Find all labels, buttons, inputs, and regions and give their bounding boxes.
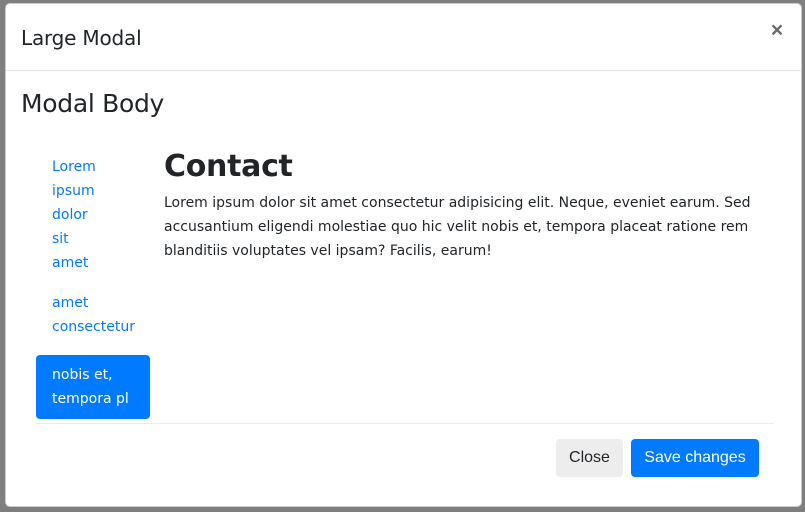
content-text: Lorem ipsum dolor sit amet consectetur a… (164, 195, 751, 259)
large-modal: Large Modal × Modal Body Lorem ipsum dol… (5, 3, 802, 507)
modal-header: Large Modal × (6, 4, 801, 71)
side-nav: Lorem ipsum dolor sit amet amet consecte… (36, 155, 150, 419)
content-pane: Contact Lorem ipsum dolor sit amet conse… (164, 147, 764, 263)
modal-body-title: Modal Body (21, 89, 165, 118)
close-button[interactable]: Close (556, 439, 623, 477)
nav-link-lorem-ipsum[interactable]: Lorem ipsum dolor sit amet (36, 155, 116, 275)
close-icon[interactable]: × (767, 20, 787, 42)
modal-title: Large Modal (21, 26, 142, 50)
save-changes-button[interactable]: Save changes (631, 439, 759, 477)
footer-divider (36, 423, 774, 424)
nav-link-nobis-et[interactable]: nobis et, tempora pl (36, 355, 150, 419)
content-title: Contact (164, 149, 293, 184)
nav-link-amet-consectetur[interactable]: amet consectetur (36, 291, 150, 339)
